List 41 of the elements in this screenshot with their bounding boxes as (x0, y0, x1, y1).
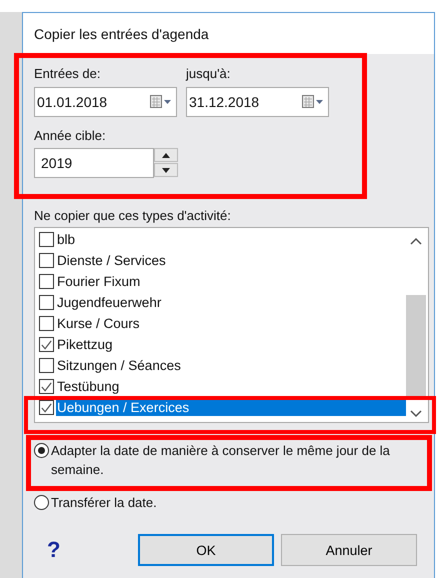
calendar-dropdown-icon[interactable] (150, 95, 172, 109)
checkbox[interactable] (39, 337, 54, 352)
list-item[interactable]: Jugendfeuerwehr (56, 294, 162, 311)
year-field[interactable]: 2019 (34, 148, 154, 178)
down-arrow-icon (162, 168, 170, 172)
checkbox[interactable] (39, 232, 54, 247)
window-title: Copier les entrées d'agenda (34, 26, 209, 42)
field-label: Entrées de: (34, 66, 102, 81)
decrement-button[interactable] (154, 163, 178, 177)
checkbox[interactable] (39, 358, 54, 373)
list-item[interactable]: Uebungen / Exercices (56, 399, 406, 416)
checkbox[interactable] (39, 400, 54, 415)
help-icon[interactable]: ? (34, 537, 138, 563)
list-item[interactable]: blb (56, 231, 76, 248)
radio-label[interactable]: Transférer la date. (51, 493, 171, 512)
list-item[interactable]: Testübung (56, 378, 120, 395)
list-item[interactable]: Sitzungen / Séances (56, 357, 182, 374)
field-label: jusqu'à: (186, 66, 232, 81)
dialog-button[interactable]: Annuler (281, 534, 417, 566)
calendar-dropdown-icon[interactable] (302, 95, 324, 109)
checkbox[interactable] (39, 274, 54, 289)
scroll-up-icon[interactable] (410, 237, 422, 245)
radio-label[interactable]: Adapter la date de manière à conserver le même jour de la semaine. (51, 441, 424, 479)
list-item[interactable]: Dienste / Services (56, 252, 167, 269)
list-item[interactable]: Fourier Fixum (56, 273, 142, 290)
checkbox[interactable] (39, 295, 54, 310)
list-item[interactable]: Kurse / Cours (56, 315, 141, 332)
radio-button[interactable] (34, 495, 49, 510)
increment-button[interactable] (154, 148, 178, 162)
radio-button[interactable] (34, 443, 49, 458)
date-field[interactable]: 31.12.2018 (186, 87, 329, 117)
field-label: Année cible: (34, 128, 107, 143)
date-field[interactable]: 01.01.2018 (34, 87, 177, 117)
checkbox[interactable] (39, 316, 54, 331)
checkbox[interactable] (39, 253, 54, 268)
list-label: Ne copier que ces types d'activité: (34, 208, 232, 223)
up-arrow-icon (162, 152, 170, 158)
scroll-down-icon[interactable] (410, 410, 422, 418)
dialog-button[interactable]: OK (138, 534, 274, 566)
list-item[interactable]: Pikettzug (56, 336, 114, 353)
checkbox[interactable] (39, 379, 54, 394)
